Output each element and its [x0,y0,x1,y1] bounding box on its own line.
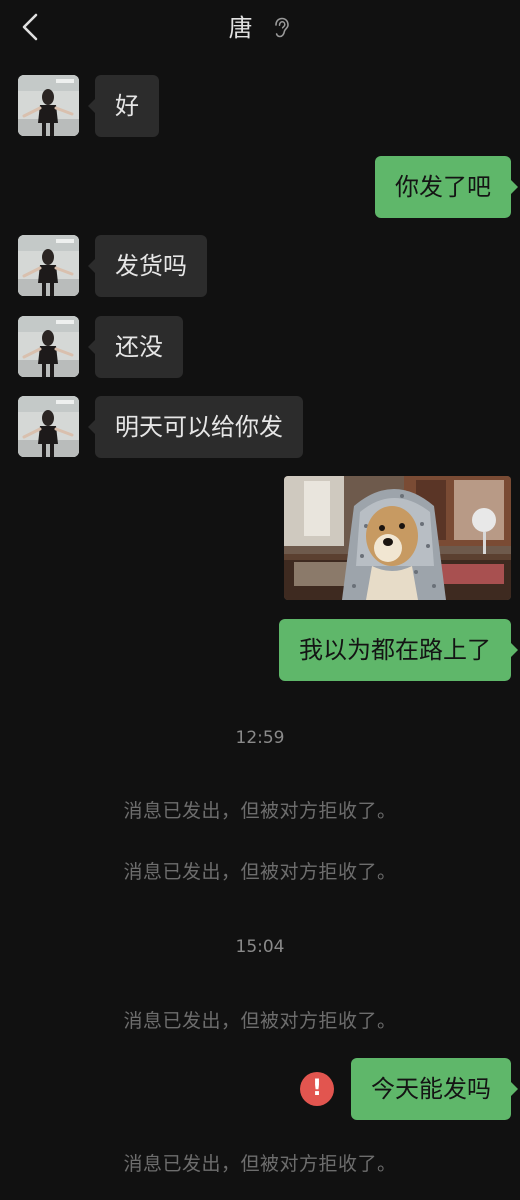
rejected-notice: 消息已发出，但被对方拒收了。 [123,800,397,822]
rejected-notice: 消息已发出，但被对方拒收了。 [123,861,397,883]
contact-avatar[interactable] [18,75,79,136]
message-bubble-incoming[interactable]: 好 [88,75,159,137]
timestamp: 12:59 [235,728,285,748]
dog-photo [284,476,511,600]
rejected-notice: 消息已发出，但被对方拒收了。 [123,1010,397,1032]
chat-header: 唐 [0,0,520,56]
message-bubble-outgoing[interactable]: 我以为都在路上了 [279,619,518,681]
image-message[interactable] [284,476,511,600]
ear-icon [275,17,290,38]
message-bubble-incoming[interactable]: 发货吗 [88,235,207,297]
message-bubble-outgoing[interactable]: 你发了吧 [375,156,518,218]
message-bubble-incoming[interactable]: 明天可以给你发 [88,396,303,458]
timestamp: 15:04 [235,937,285,957]
send-failed-icon[interactable]: ! [300,1072,334,1106]
chat-title-area: 唐 [0,12,520,43]
contact-avatar[interactable] [18,396,79,457]
message-bubble-incoming[interactable]: 还没 [88,316,183,378]
message-bubble-outgoing[interactable]: 今天能发吗 [351,1058,518,1120]
contact-avatar[interactable] [18,316,79,377]
rejected-notice: 消息已发出，但被对方拒收了。 [123,1153,397,1175]
contact-avatar[interactable] [18,235,79,296]
chat-title[interactable]: 唐 [229,13,254,43]
